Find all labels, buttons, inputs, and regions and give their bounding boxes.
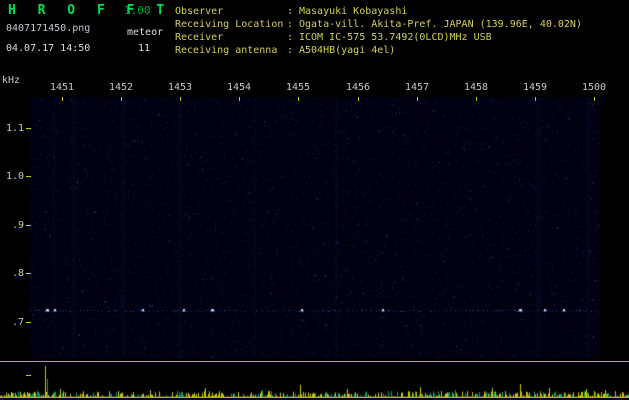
- info-colon: :: [287, 19, 294, 30]
- info-value: Masayuki Kobayashi: [299, 6, 408, 17]
- info-value: Ogata-vill. Akita-Pref. JAPAN (139.96E, …: [299, 19, 582, 30]
- freq-label: .8: [11, 268, 24, 279]
- time-tick: [535, 97, 536, 101]
- info-colon: :: [287, 45, 294, 56]
- info-label: Observer: [175, 6, 224, 17]
- mode-label: meteor: [127, 27, 164, 38]
- info-value: ICOM IC-575 53.7492(0LCD)MHz USB: [299, 32, 492, 43]
- output-filename: 0407171450.png: [6, 23, 91, 34]
- time-label: 1453: [167, 82, 193, 93]
- time-label: 1459: [522, 82, 548, 93]
- time-tick: [417, 97, 418, 101]
- info-label: Receiving antenna: [175, 45, 278, 56]
- freq-label: 1.1: [5, 123, 24, 134]
- freq-tick: [26, 322, 31, 323]
- freq-label: 1.0: [5, 171, 24, 182]
- freq-label: .7: [11, 317, 24, 328]
- freq-label: .9: [11, 220, 24, 231]
- time-label: 1455: [285, 82, 311, 93]
- freq-tick: [26, 176, 31, 177]
- time-tick: [62, 97, 63, 101]
- time-label: 1458: [463, 82, 489, 93]
- freq-tick: [26, 128, 31, 129]
- datetime-label: 04.07.17 14:50: [6, 43, 91, 54]
- spectrogram-canvas: [30, 97, 600, 358]
- info-colon: :: [287, 6, 294, 17]
- info-row-location: Receiving Location : Ogata-vill. Akita-P…: [175, 18, 582, 31]
- echo-count: 11: [138, 43, 151, 54]
- hrofft-window: H R O F F T 1.00 0407171450.png meteor 0…: [0, 0, 629, 400]
- info-row-receiver: Receiver : ICOM IC-575 53.7492(0LCD)MHz …: [175, 31, 582, 44]
- info-row-observer: Observer : Masayuki Kobayashi: [175, 5, 582, 18]
- info-label: Receiving Location: [175, 19, 284, 30]
- freq-tick: [26, 225, 31, 226]
- time-tick: [298, 97, 299, 101]
- time-label: 1457: [404, 82, 430, 93]
- time-label: 1454: [226, 82, 252, 93]
- time-label: 1452: [108, 82, 134, 93]
- strip-bottom-line: [0, 397, 629, 398]
- info-row-antenna: Receiving antenna : A504HB(yagi 4el): [175, 44, 582, 57]
- info-colon: :: [287, 32, 294, 43]
- time-tick: [121, 97, 122, 101]
- signal-level-strip-canvas: [0, 363, 629, 397]
- receiver-info-panel: Observer : Masayuki Kobayashi Receiving …: [175, 5, 582, 57]
- time-label: 1500: [581, 82, 607, 93]
- time-label: 1456: [345, 82, 371, 93]
- freq-tick: [26, 273, 31, 274]
- freq-unit-label: kHz: [2, 75, 21, 86]
- time-tick: [358, 97, 359, 101]
- time-tick: [180, 97, 181, 101]
- time-tick: [476, 97, 477, 101]
- strip-top-line: [0, 361, 629, 362]
- info-label: Receiver: [175, 32, 224, 43]
- app-version: 1.00: [124, 4, 151, 17]
- time-tick: [594, 97, 595, 101]
- freq-tick: [26, 375, 31, 376]
- time-label: 1451: [49, 82, 75, 93]
- info-value: A504HB(yagi 4el): [299, 45, 396, 56]
- time-tick: [239, 97, 240, 101]
